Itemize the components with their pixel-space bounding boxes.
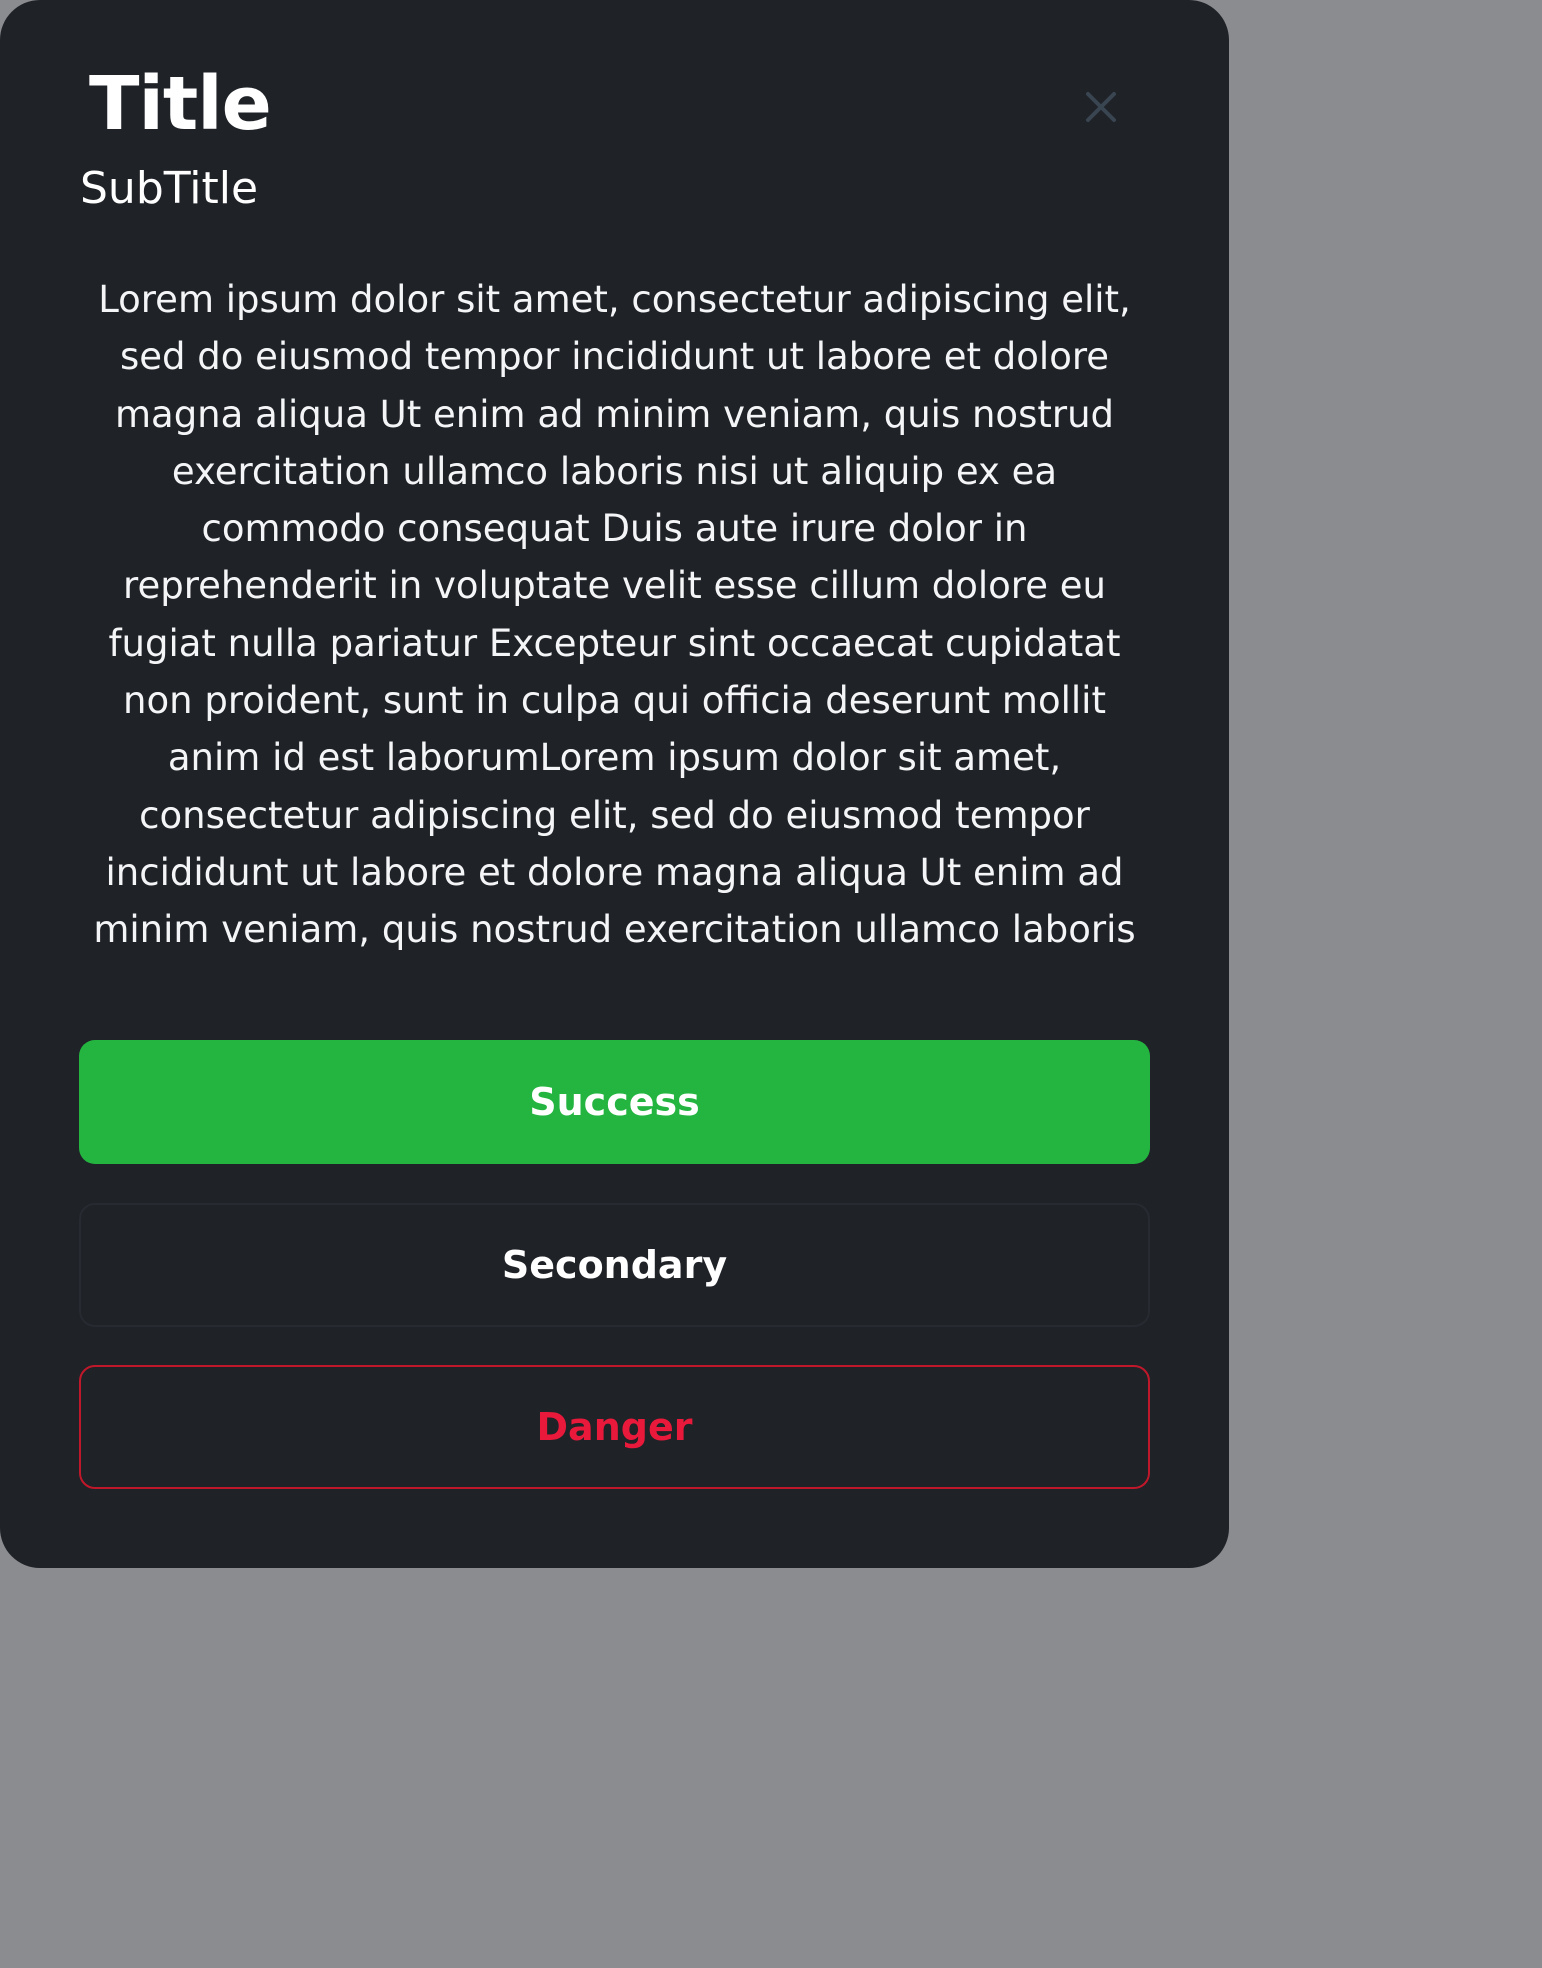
success-button-label: Success: [529, 1080, 700, 1124]
modal-body-text: Lorem ipsum dolor sit amet, consectetur …: [93, 278, 1136, 952]
danger-button[interactable]: Danger: [79, 1365, 1150, 1489]
close-icon: [1086, 92, 1116, 122]
danger-button-label: Danger: [536, 1405, 693, 1449]
modal-title: Title: [89, 61, 272, 147]
modal-subtitle: SubTitle: [80, 163, 259, 214]
secondary-button[interactable]: Secondary: [79, 1203, 1150, 1327]
success-button[interactable]: Success: [79, 1040, 1150, 1164]
close-button[interactable]: [1078, 84, 1124, 130]
secondary-button-label: Secondary: [501, 1243, 728, 1287]
modal-dialog: Title SubTitle Lorem ipsum dolor sit ame…: [0, 0, 1229, 1568]
